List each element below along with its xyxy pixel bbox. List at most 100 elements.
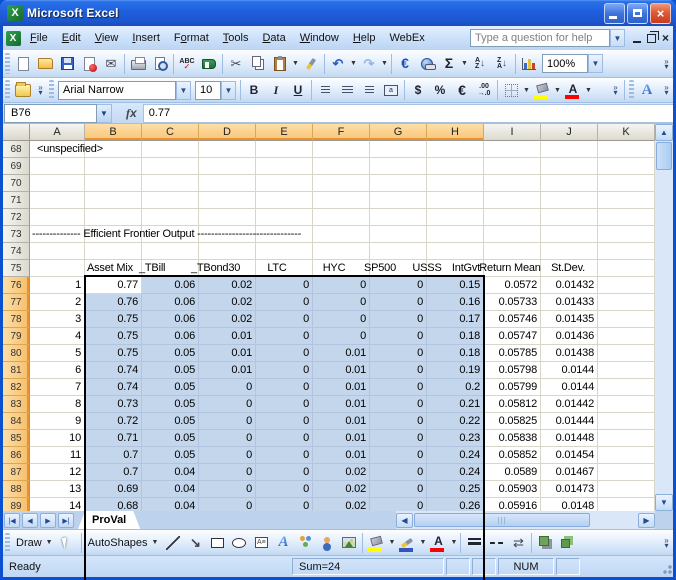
cell-F76[interactable]: 0 [313, 277, 370, 294]
cell-D76[interactable]: 0.02 [199, 277, 256, 294]
cell-A79[interactable]: 4 [30, 328, 85, 345]
cell-G78[interactable]: 0 [370, 311, 427, 328]
wordart-button[interactable]: A [272, 532, 294, 554]
cell-A76[interactable]: 1 [30, 277, 85, 294]
cell-H76[interactable]: 0.15 [427, 277, 484, 294]
line-color-button[interactable] [396, 532, 418, 554]
row-header-86[interactable]: 86 [3, 447, 30, 464]
cell-B69[interactable] [85, 158, 142, 175]
close-button[interactable]: × [650, 3, 671, 24]
zoom-combobox[interactable]: 100% ▼ [542, 54, 603, 73]
cell-J87[interactable]: 0.01467 [541, 464, 598, 481]
row-header-80[interactable]: 80 [3, 345, 30, 362]
cell-C88[interactable]: 0.04 [142, 481, 199, 498]
paste-dropdown-icon[interactable]: ▼ [291, 53, 300, 75]
cell-H85[interactable]: 0.23 [427, 430, 484, 447]
euro-style-button[interactable]: € [451, 79, 473, 101]
cell-H78[interactable]: 0.17 [427, 311, 484, 328]
cell-B71[interactable] [85, 192, 142, 209]
underline-button[interactable]: U [287, 79, 309, 101]
cell-B88[interactable]: 0.69 [85, 481, 142, 498]
percent-button[interactable]: % [429, 79, 451, 101]
column-header-H[interactable]: H [427, 124, 484, 141]
cell-J68[interactable] [541, 141, 598, 158]
cell-D80[interactable]: 0.01 [199, 345, 256, 362]
cell-C82[interactable]: 0.05 [142, 379, 199, 396]
cell-F70[interactable] [313, 175, 370, 192]
cell-E76[interactable]: 0 [256, 277, 313, 294]
cell-J80[interactable]: 0.01438 [541, 345, 598, 362]
cell-H72[interactable] [427, 209, 484, 226]
vertical-scrollbar[interactable]: ▲ ▼ [655, 124, 673, 511]
cell-J83[interactable]: 0.01442 [541, 396, 598, 413]
formula-input[interactable]: 0.77 [143, 104, 673, 123]
column-header-K[interactable]: K [598, 124, 655, 141]
cell-C76[interactable]: 0.06 [142, 277, 199, 294]
wordart-addin-button[interactable]: A [636, 79, 658, 101]
cell-I88[interactable]: 0.05903 [484, 481, 541, 498]
cell-H83[interactable]: 0.21 [427, 396, 484, 413]
row-header-78[interactable]: 78 [3, 311, 30, 328]
cell-B80[interactable]: 0.75 [85, 345, 142, 362]
font-color-button[interactable]: A [562, 79, 584, 101]
previous-sheet-icon[interactable]: ◀ [22, 513, 38, 528]
cell-K87[interactable] [598, 464, 655, 481]
cell-J78[interactable]: 0.01435 [541, 311, 598, 328]
cell-J76[interactable]: 0.01432 [541, 277, 598, 294]
format-painter-button[interactable] [300, 53, 322, 75]
print-preview-button[interactable] [149, 53, 171, 75]
cell-G81[interactable]: 0 [370, 362, 427, 379]
cell-D88[interactable]: 0 [199, 481, 256, 498]
cell-D79[interactable]: 0.01 [199, 328, 256, 345]
cell-H80[interactable]: 0.18 [427, 345, 484, 362]
scroll-up-icon[interactable]: ▲ [655, 124, 673, 141]
line-style-button[interactable] [463, 532, 485, 554]
scroll-left-icon[interactable]: ◀ [396, 513, 413, 528]
cell-B84[interactable]: 0.72 [85, 413, 142, 430]
dash-style-button[interactable] [485, 532, 507, 554]
chart-wizard-button[interactable] [518, 53, 540, 75]
toolbar-drag-handle[interactable] [5, 53, 10, 75]
research-button[interactable] [198, 53, 220, 75]
cell-I75[interactable] [484, 260, 541, 277]
row-header-79[interactable]: 79 [3, 328, 30, 345]
cell-H88[interactable]: 0.25 [427, 481, 484, 498]
font-name-combobox[interactable]: Arial Narrow ▼ [58, 81, 191, 100]
help-question-input[interactable]: Type a question for help [470, 29, 610, 47]
cell-G70[interactable] [370, 175, 427, 192]
font-color-dropdown-icon[interactable]: ▼ [449, 532, 458, 554]
column-header-B[interactable]: B [85, 124, 142, 141]
undo-button[interactable]: ↶ [327, 53, 349, 75]
row-header-76[interactable]: 76 [3, 277, 30, 294]
cell-G82[interactable]: 0 [370, 379, 427, 396]
cell-B85[interactable]: 0.71 [85, 430, 142, 447]
autoshapes-menu-button[interactable]: AutoShapes▼ [84, 535, 163, 551]
cell-E82[interactable]: 0 [256, 379, 313, 396]
cell-B75[interactable] [85, 260, 142, 277]
insert-function-icon[interactable]: fx [126, 106, 137, 121]
cell-I84[interactable]: 0.05825 [484, 413, 541, 430]
cell-G83[interactable]: 0 [370, 396, 427, 413]
horizontal-scroll-thumb[interactable]: ||| [414, 513, 590, 527]
cell-J75[interactable] [541, 260, 598, 277]
clip-art-button[interactable] [316, 532, 338, 554]
menu-item-view[interactable]: View [88, 29, 126, 47]
cell-H73[interactable] [427, 226, 484, 243]
row-header-82[interactable]: 82 [3, 379, 30, 396]
cell-K73[interactable] [598, 226, 655, 243]
cell-D84[interactable]: 0 [199, 413, 256, 430]
align-center-button[interactable] [336, 79, 358, 101]
cell-B76[interactable]: 0.77 [85, 277, 142, 294]
cell-A81[interactable]: 6 [30, 362, 85, 379]
cell-G75[interactable] [370, 260, 427, 277]
cell-F80[interactable]: 0.01 [313, 345, 370, 362]
cell-C71[interactable] [142, 192, 199, 209]
sheet-tab-proval[interactable]: ProVal [78, 511, 140, 529]
cell-F74[interactable] [313, 243, 370, 260]
cell-D75[interactable] [199, 260, 256, 277]
cell-E73[interactable] [256, 226, 313, 243]
toolbar-drag-handle[interactable] [5, 533, 10, 553]
cell-E78[interactable]: 0 [256, 311, 313, 328]
cell-F73[interactable] [313, 226, 370, 243]
cell-I86[interactable]: 0.05852 [484, 447, 541, 464]
